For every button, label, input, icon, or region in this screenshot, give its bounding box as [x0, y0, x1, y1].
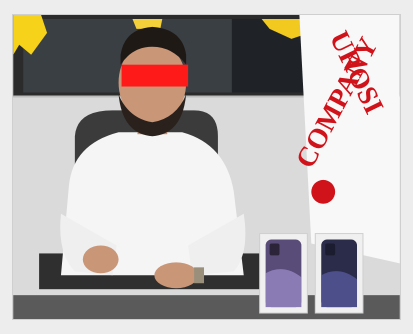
redaction-bar	[121, 64, 189, 87]
photo-scene: UROSI COMPANY	[13, 15, 400, 319]
apple-logo	[311, 179, 336, 204]
phone-box-left	[259, 233, 308, 314]
phone-box-right	[314, 233, 364, 314]
photo-frame: UROSI COMPANY	[12, 14, 401, 320]
